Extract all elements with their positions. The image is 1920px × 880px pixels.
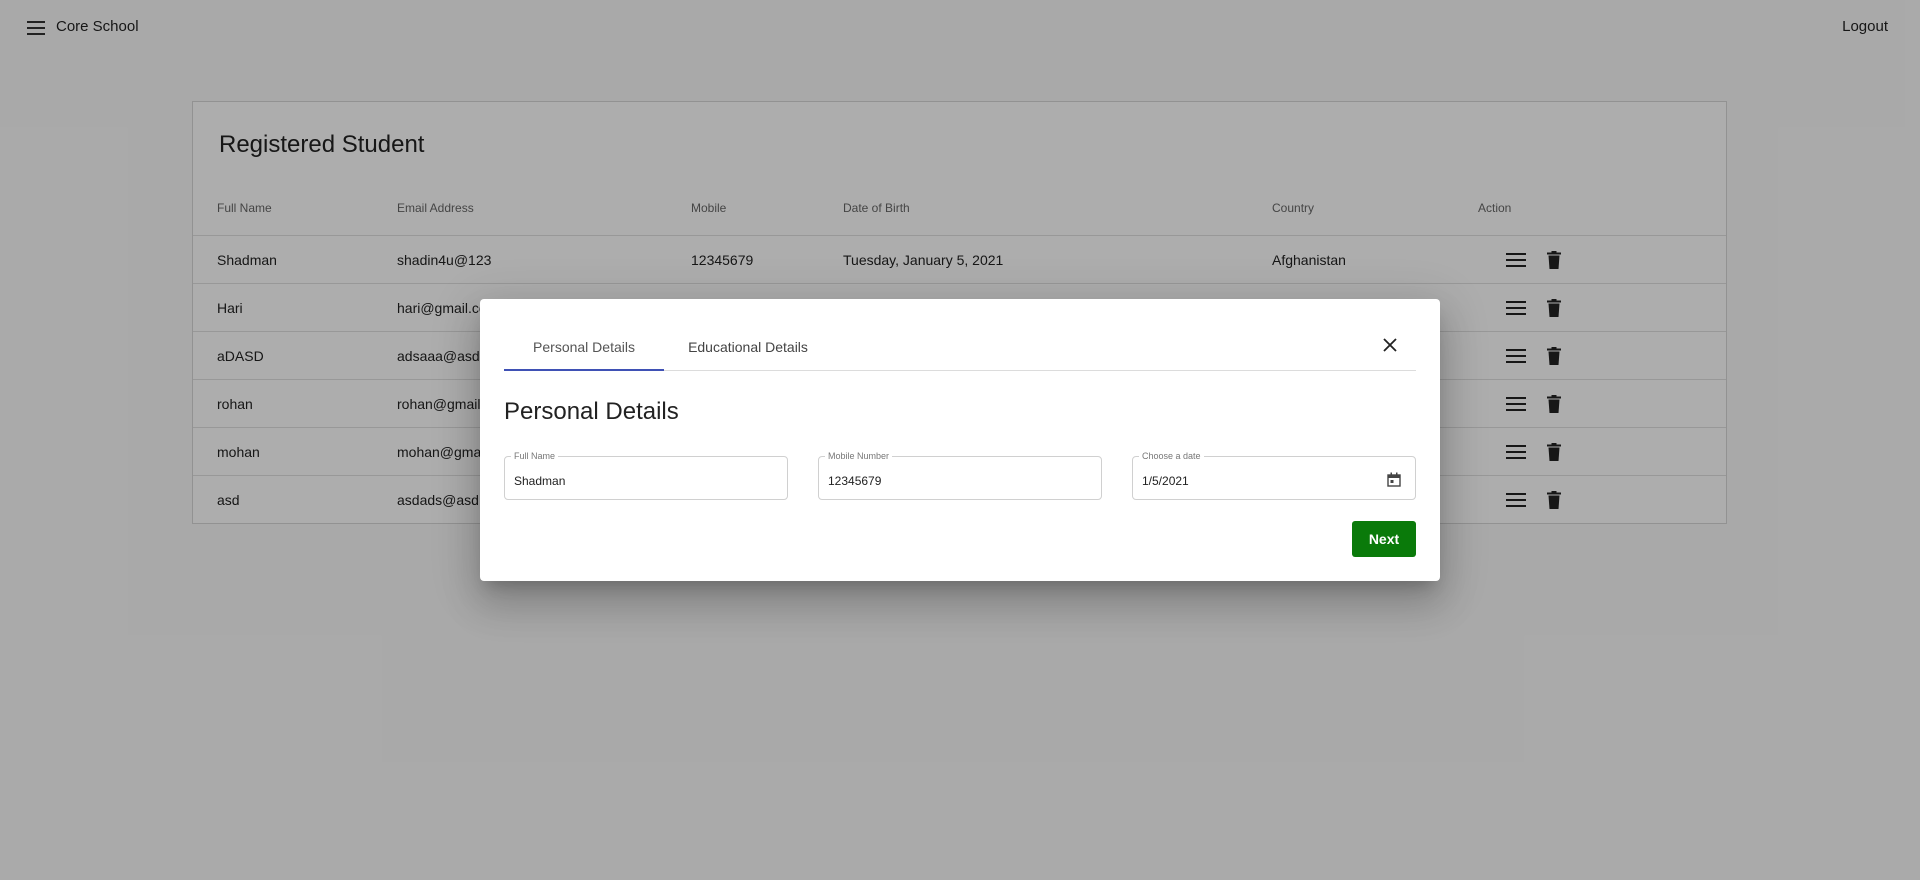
next-button[interactable]: Next: [1352, 521, 1416, 557]
dialog-tabs: Personal Details Educational Details: [504, 323, 1416, 371]
app-root: Core School Logout Registered Student Fu…: [0, 0, 1920, 880]
tab-educational-details[interactable]: Educational Details: [664, 323, 832, 370]
date-field: Choose a date: [1132, 451, 1416, 501]
date-input[interactable]: [1142, 457, 1372, 501]
full-name-input[interactable]: [514, 457, 744, 501]
close-icon[interactable]: [1378, 333, 1402, 357]
calendar-icon[interactable]: [1385, 470, 1403, 488]
student-dialog: Personal Details Educational Details Per…: [480, 299, 1440, 581]
mobile-number-input[interactable]: [828, 457, 1058, 501]
dialog-heading: Personal Details: [504, 398, 679, 425]
mobile-number-field: Mobile Number: [818, 451, 1102, 501]
full-name-field: Full Name: [504, 451, 788, 501]
tab-personal-details[interactable]: Personal Details: [504, 323, 664, 371]
